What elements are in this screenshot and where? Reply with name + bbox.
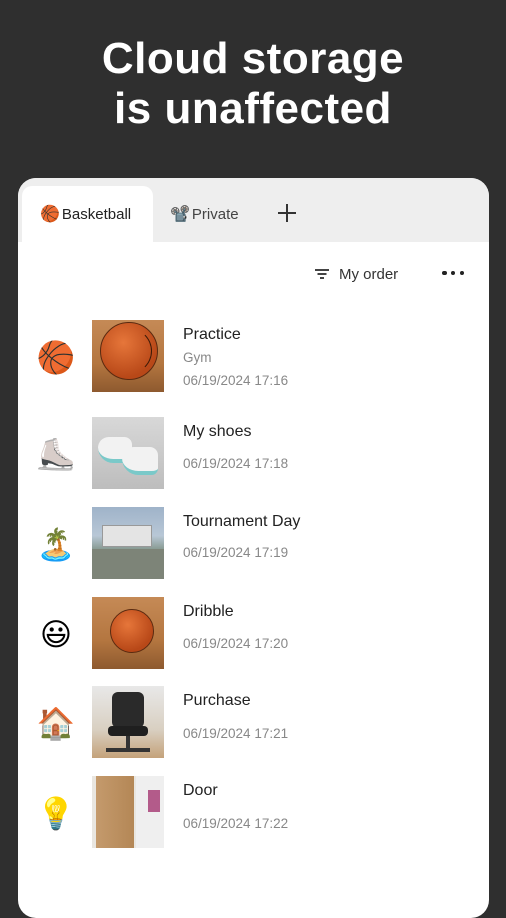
item-thumbnail bbox=[92, 507, 164, 579]
item-emoji: 🏠 bbox=[36, 706, 76, 741]
film-projector-icon: 📽️ bbox=[170, 206, 190, 223]
list-item[interactable]: 🏀 Practice Gym 06/19/2024 17:16 bbox=[18, 320, 489, 392]
sort-button[interactable]: My order bbox=[315, 264, 398, 284]
item-title: My shoes bbox=[183, 423, 252, 440]
tab-basketball[interactable]: 🏀 Basketball bbox=[22, 186, 153, 242]
item-date: 06/19/2024 17:19 bbox=[183, 545, 289, 560]
item-emoji: 😃 bbox=[39, 617, 73, 652]
headline-line-2: is unaffected bbox=[114, 84, 392, 133]
basketball-icon: 🏀 bbox=[40, 206, 60, 223]
item-date: 06/19/2024 17:18 bbox=[183, 456, 289, 471]
tab-private[interactable]: 📽️ Private bbox=[170, 186, 270, 242]
item-title: Tournament Day bbox=[183, 513, 301, 530]
more-icon[interactable] bbox=[442, 268, 464, 278]
item-thumbnail bbox=[92, 320, 164, 392]
item-title: Practice bbox=[183, 326, 241, 343]
list-item[interactable]: 🏠 Purchase 06/19/2024 17:21 bbox=[18, 686, 489, 758]
tab-label: Private bbox=[191, 205, 239, 223]
filter-icon bbox=[315, 268, 329, 280]
item-emoji: ⛸️ bbox=[36, 437, 76, 472]
headline: Cloud storage is unaffected bbox=[0, 34, 506, 134]
add-tab-icon[interactable] bbox=[274, 200, 300, 226]
sort-label: My order bbox=[339, 265, 399, 283]
item-date: 06/19/2024 17:21 bbox=[183, 726, 289, 741]
item-emoji: 💡 bbox=[36, 796, 76, 831]
item-thumbnail bbox=[92, 417, 164, 489]
app-card: 🏀 Basketball 📽️ Private My order 🏀 Pract… bbox=[18, 178, 489, 918]
item-thumbnail bbox=[92, 686, 164, 758]
list-item[interactable]: 💡 Door 06/19/2024 17:22 bbox=[18, 776, 489, 848]
item-emoji: 🏀 bbox=[36, 340, 76, 375]
tab-bar: 🏀 Basketball 📽️ Private bbox=[18, 178, 489, 242]
list-item[interactable]: 🏝️ Tournament Day 06/19/2024 17:19 bbox=[18, 507, 489, 579]
headline-line-1: Cloud storage bbox=[101, 34, 405, 83]
item-date: 06/19/2024 17:16 bbox=[183, 373, 289, 388]
item-date: 06/19/2024 17:20 bbox=[183, 636, 289, 651]
list-item[interactable]: 😃 Dribble 06/19/2024 17:20 bbox=[18, 597, 489, 669]
item-emoji: 🏝️ bbox=[36, 527, 76, 562]
item-subtitle: Gym bbox=[183, 350, 212, 365]
item-title: Dribble bbox=[183, 603, 234, 620]
list-item[interactable]: ⛸️ My shoes 06/19/2024 17:18 bbox=[18, 417, 489, 489]
item-thumbnail bbox=[92, 597, 164, 669]
item-date: 06/19/2024 17:22 bbox=[183, 816, 289, 831]
tab-label: Basketball bbox=[61, 205, 132, 223]
item-thumbnail bbox=[92, 776, 164, 848]
item-title: Door bbox=[183, 782, 218, 799]
item-title: Purchase bbox=[183, 692, 251, 709]
